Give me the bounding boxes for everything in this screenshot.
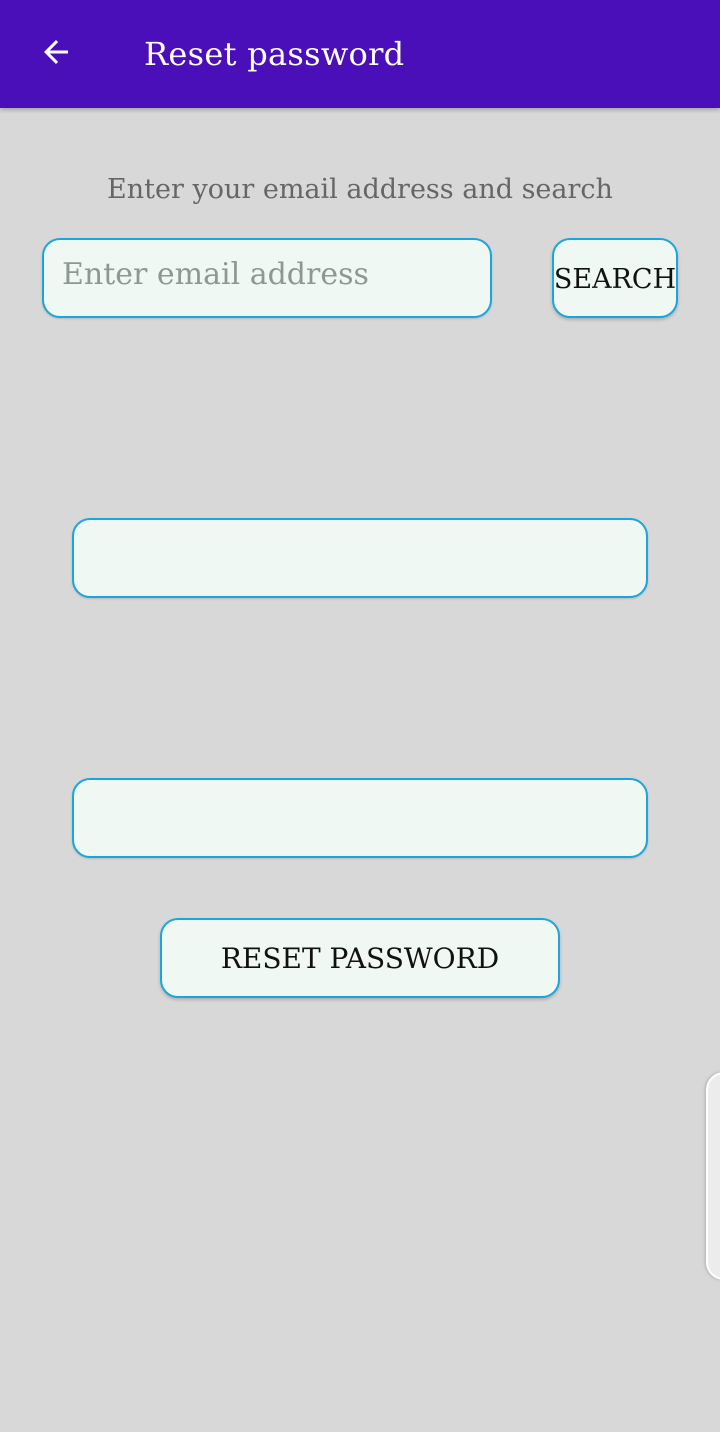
reset-password-screen: Reset password Enter your email address … xyxy=(0,0,720,1432)
email-input[interactable] xyxy=(44,240,490,316)
arrow-left-icon xyxy=(38,34,74,74)
reset-password-button[interactable]: RESET PASSWORD xyxy=(160,918,560,998)
email-field-container xyxy=(42,238,492,318)
new-password-input[interactable] xyxy=(74,520,646,596)
back-button[interactable] xyxy=(24,22,88,86)
page-title: Reset password xyxy=(144,35,405,73)
instruction-text: Enter your email address and search xyxy=(107,174,613,205)
app-bar: Reset password xyxy=(0,0,720,108)
edge-panel-handle[interactable] xyxy=(706,1072,720,1280)
confirm-password-input[interactable] xyxy=(74,780,646,856)
confirm-password-field-container xyxy=(72,778,648,858)
search-button[interactable]: SEARCH xyxy=(552,238,678,318)
new-password-field-container xyxy=(72,518,648,598)
